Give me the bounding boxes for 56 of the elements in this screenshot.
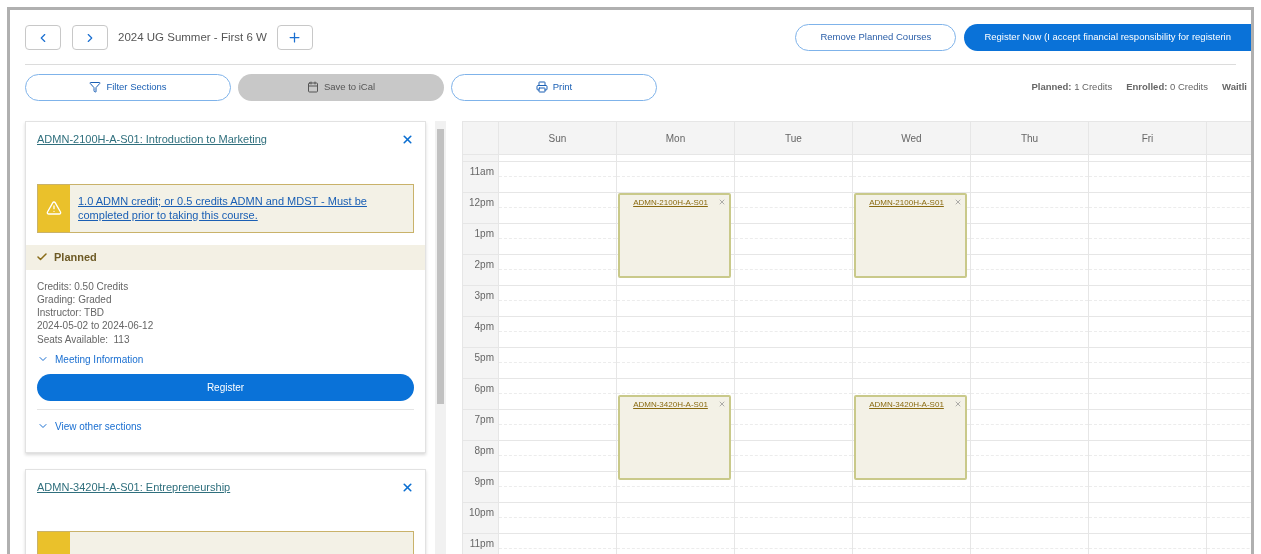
credits-text: Enrolled: 0 Credits xyxy=(1126,79,1208,94)
previous-button[interactable] xyxy=(25,25,61,50)
hour-label: 10pm xyxy=(463,503,499,534)
day-header: Fri xyxy=(1089,122,1207,155)
event-link[interactable]: ADMN-3420H-A-S01 xyxy=(633,398,708,478)
hour-label: 11am xyxy=(463,162,499,193)
status-label: Planned xyxy=(54,249,97,265)
course-title-link[interactable]: ADMN-2100H-A-S01: Introduction to Marketing xyxy=(37,131,267,148)
hour-label: 7pm xyxy=(463,410,499,441)
calendar-event[interactable]: ADMN-2100H-A-S01 xyxy=(618,193,731,279)
calendar-event[interactable]: ADMN-3420H-A-S01 xyxy=(854,394,967,480)
register-now-button[interactable]: Register Now (I accept financial responsibility for registerin xyxy=(964,24,1251,51)
day-header: Thu xyxy=(971,122,1089,155)
credits-text: Waitli xyxy=(1222,79,1247,94)
hour-label: 5pm xyxy=(463,348,499,379)
hour-label: 3pm xyxy=(463,286,499,317)
hour-label: 4pm xyxy=(463,317,499,348)
hour-label: 1pm xyxy=(463,224,499,255)
scrollbar-thumb[interactable] xyxy=(437,129,444,404)
hour-label: 12pm xyxy=(463,193,499,224)
remove-icon[interactable] xyxy=(401,480,414,494)
detail-text: Instructor: TBD xyxy=(37,306,106,320)
hour-label: 2pm xyxy=(463,255,499,286)
hour-label: 9pm xyxy=(463,472,499,503)
warning-icon xyxy=(46,200,62,216)
day-header: Sun xyxy=(499,122,617,155)
calendar-icon xyxy=(306,81,319,93)
print-icon xyxy=(535,81,548,93)
view-sections-toggle[interactable]: View other sections xyxy=(37,419,142,434)
calendar-event[interactable]: ADMN-2100H-A-S01 xyxy=(854,193,967,279)
day-header: Mon xyxy=(617,122,735,155)
day-header: Wed xyxy=(853,122,971,155)
detail-text: Credits: 0.50 Credits xyxy=(37,279,130,293)
plus-icon xyxy=(287,30,303,45)
register-button[interactable]: Register xyxy=(37,374,414,401)
hour-label: 8pm xyxy=(463,441,499,472)
remove-icon[interactable] xyxy=(401,132,414,146)
detail-text: Seats Available: 113 xyxy=(37,332,131,346)
hour-label: 11pm xyxy=(463,534,499,554)
event-link[interactable]: ADMN-2100H-A-S01 xyxy=(633,197,708,277)
day-header: Tue xyxy=(735,122,853,155)
check-icon xyxy=(36,251,48,263)
term-label: 2024 UG Summer - First 6 W xyxy=(118,29,267,45)
hour-label: 6pm xyxy=(463,379,499,410)
next-button[interactable] xyxy=(72,25,108,50)
event-link[interactable]: ADMN-3420H-A-S01 xyxy=(869,398,944,478)
add-button[interactable] xyxy=(276,25,313,50)
warning-link[interactable]: 1.0 ADMN credit; or 0.5 credits ADMN and MDST - Must be completed prior to taking this course. xyxy=(70,184,413,232)
calendar-event[interactable]: ADMN-3420H-A-S01 xyxy=(618,394,731,480)
meeting-info-toggle[interactable]: Meeting Information xyxy=(37,352,144,367)
detail-text: 2024-05-02 to 2024-06-12 xyxy=(37,319,155,333)
course-title-link[interactable]: ADMN-3420H-A-S01: Entrepreneurship xyxy=(37,479,231,496)
detail-text: Grading: Graded xyxy=(37,292,113,307)
credits-text: Planned: 1 Credits xyxy=(1031,79,1113,94)
event-link[interactable]: ADMN-2100H-A-S01 xyxy=(869,197,944,277)
filter-icon xyxy=(89,81,102,93)
